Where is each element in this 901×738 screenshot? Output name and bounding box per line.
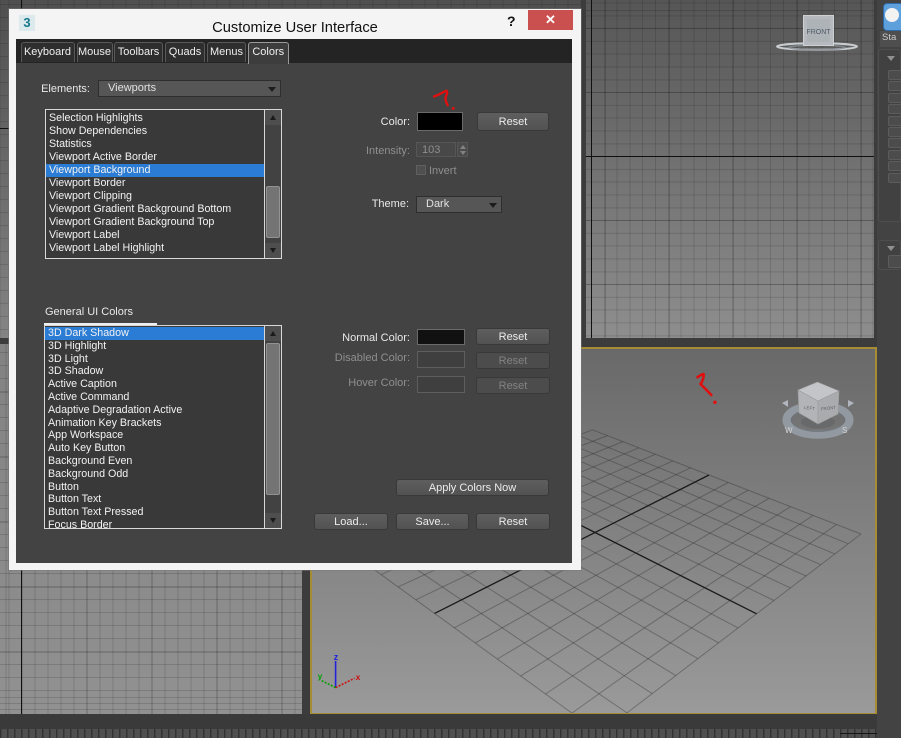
svg-text:FRONT: FRONT: [806, 29, 831, 36]
